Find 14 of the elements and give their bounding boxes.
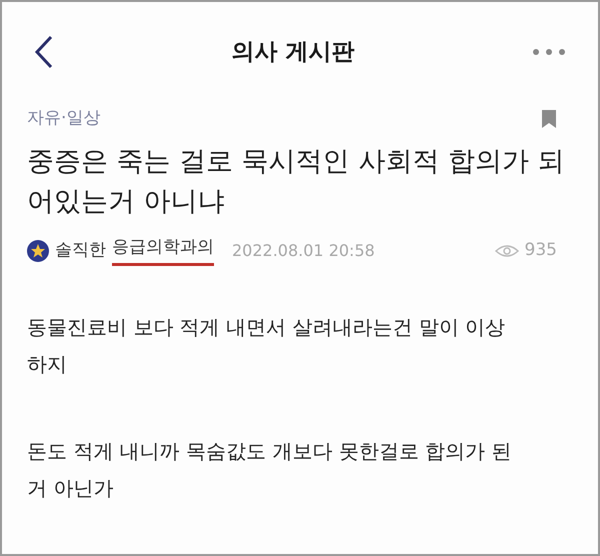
star-badge-icon <box>27 240 49 262</box>
eye-icon <box>494 244 519 258</box>
author-name[interactable]: 응급의학과의 <box>112 235 214 266</box>
page-title: 의사 게시판 <box>231 38 354 67</box>
post-title: 중증은 죽는 걸로 묵시적인 사회적 합의가 되어있는거 아니냐 <box>27 144 566 218</box>
body-paragraph: 동물진료비 보다 적게 내면서 살려내라는건 말이 이상하지 <box>27 314 506 378</box>
post-date: 2022.08.01 20:58 <box>232 240 375 262</box>
bookmark-icon[interactable] <box>541 110 557 128</box>
author-prefix: 솔직한 <box>55 238 106 262</box>
view-count: 935 <box>524 238 557 262</box>
body-paragraph: 돈도 적게 내니까 목숨값도 개보다 못한걸로 합의가 된거 아닌가 <box>27 438 513 502</box>
category-label[interactable]: 자유·일상 <box>27 106 100 132</box>
more-icon[interactable] <box>532 48 566 56</box>
back-icon[interactable] <box>34 35 54 69</box>
